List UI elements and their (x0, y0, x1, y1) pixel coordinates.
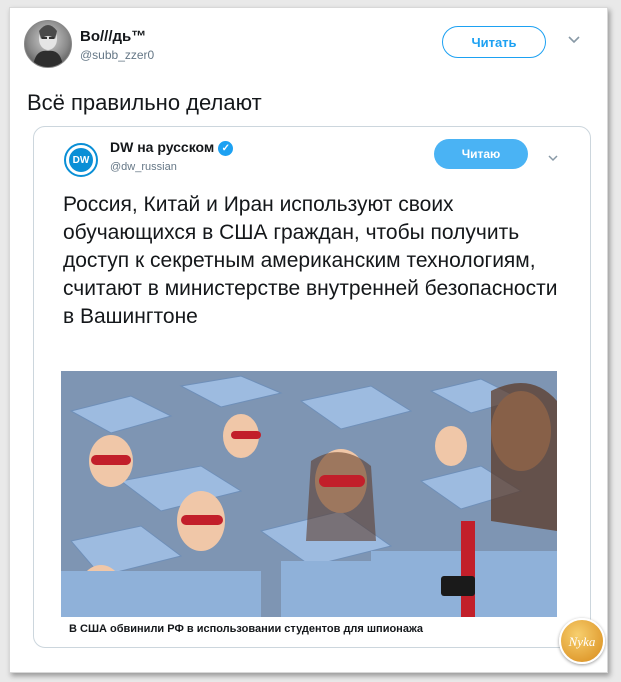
quoted-tweet-card[interactable]: DW DW на русском ✓ @dw_russian Читаю Росс… (33, 126, 591, 648)
dw-avatar[interactable]: DW (64, 143, 98, 177)
chevron-down-icon[interactable] (566, 32, 582, 48)
user-avatar[interactable] (24, 20, 72, 68)
following-button[interactable]: Читаю (434, 139, 528, 169)
user-name[interactable]: Bo///дь™ (80, 28, 146, 45)
quoted-user-name-row[interactable]: DW на русском ✓ (110, 139, 234, 156)
follow-button[interactable]: Читать (442, 26, 546, 58)
graduation-photo[interactable] (61, 371, 557, 617)
verified-badge-icon: ✓ (218, 140, 234, 156)
chevron-down-icon[interactable] (546, 151, 560, 165)
dw-logo-text: DW (69, 148, 93, 172)
tweet-text: Всё правильно делают (27, 90, 262, 115)
svg-text:Nyka: Nyka (568, 634, 596, 649)
image-caption[interactable]: В США обвинили РФ в использовании студен… (61, 617, 557, 645)
quoted-user-name[interactable]: DW на русском (110, 139, 214, 155)
quoted-user-handle[interactable]: @dw_russian (110, 161, 177, 173)
quoted-tweet-text: Россия, Китай и Иран используют своих об… (63, 193, 558, 328)
user-handle[interactable]: @subb_zzer0 (80, 48, 154, 62)
tweet-header: Bo///дь™ @subb_zzer0 Читать (20, 16, 580, 76)
watermark-logo: Nyka (559, 618, 605, 664)
